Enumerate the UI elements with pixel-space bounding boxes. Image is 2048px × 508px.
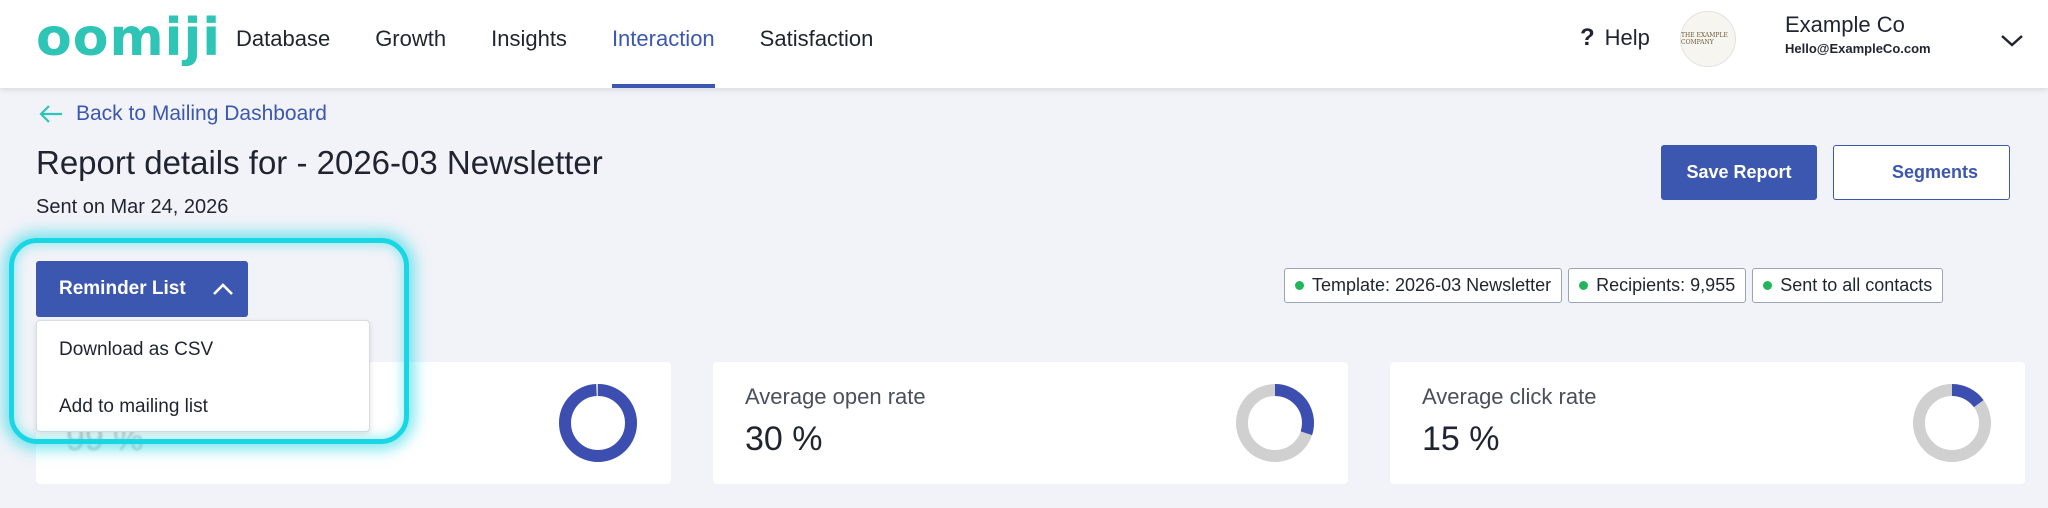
menu-item-download-csv[interactable]: Download as CSV [59,339,213,361]
chevron-down-icon[interactable] [1998,28,2026,52]
template-tag: Template: 2026-03 Newsletter [1284,268,1563,303]
chevron-up-icon [212,283,233,295]
sent-date: Sent on Mar 24, 2026 [36,196,229,218]
report-tags: Template: 2026-03 Newsletter Recipients:… [1284,268,1944,303]
segments-dropdown[interactable]: Segments [1833,145,2010,200]
top-navigation-bar: oomiji Database Growth Insights Interact… [0,0,2048,88]
help-label: Help [1604,25,1650,50]
recipients-tag: Recipients: 9,955 [1568,268,1747,303]
avatar[interactable]: THE EXAMPLE COMPANY [1680,11,1736,67]
account-email: Hello@ExampleCo.com [1785,41,1931,56]
oomiji-logo[interactable]: oomiji [36,8,221,68]
stat-value: 30 % [745,420,823,458]
back-to-dashboard-link[interactable]: Back to Mailing Dashboard [38,102,327,126]
nav-item-insights[interactable]: Insights [491,0,567,88]
donut-chart [1236,384,1314,462]
reminder-list-label: Reminder List [59,278,186,299]
arrow-left-icon [39,105,62,123]
nav-item-interaction[interactable]: Interaction [611,0,715,88]
back-link-label: Back to Mailing Dashboard [76,102,327,125]
stat-card-open-rate: Average open rate 30 % [713,362,1348,484]
status-dot-icon [1295,281,1304,290]
account-name: Example Co [1785,12,1905,37]
stat-card-click-rate: Average click rate 15 % [1390,362,2025,484]
audience-tag: Sent to all contacts [1752,268,1944,303]
menu-item-add-to-mailing-list[interactable]: Add to mailing list [59,396,208,418]
donut-chart [1913,384,1991,462]
page-title: Report details for - 2026-03 Newsletter [36,144,603,181]
stat-value: 15 % [1422,420,1500,458]
nav-item-satisfaction[interactable]: Satisfaction [760,0,874,88]
main-nav: Database Growth Insights Interaction Sat… [236,0,918,88]
avatar-logo-text: THE EXAMPLE COMPANY [1681,32,1728,46]
save-report-button[interactable]: Save Report [1661,145,1817,200]
nav-item-database[interactable]: Database [236,0,330,88]
help-link[interactable]: ? Help [1580,24,1650,52]
status-dot-icon [1579,281,1589,290]
segments-label: Segments [1892,162,1979,182]
stat-label: Average click rate [1422,384,1597,409]
reminder-list-menu: Download as CSV Add to mailing list [36,320,370,432]
status-dot-icon [1763,281,1773,290]
donut-chart [559,384,637,462]
nav-item-growth[interactable]: Growth [375,0,446,88]
stat-label: Average open rate [745,384,926,409]
chevron-down-icon [2008,172,2009,173]
question-mark-icon: ? [1580,24,1595,51]
reminder-list-button[interactable]: Reminder List [36,261,248,317]
